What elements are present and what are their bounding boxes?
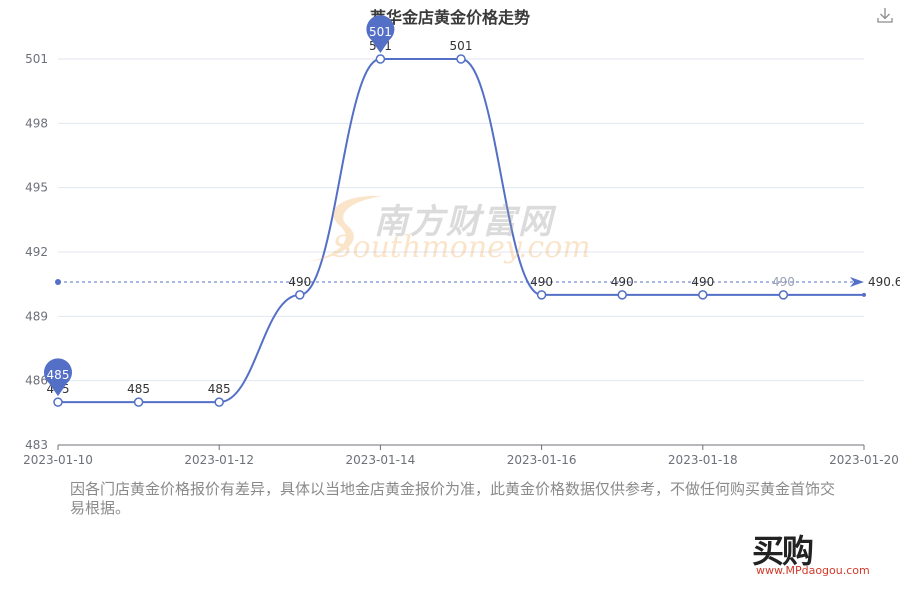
- line-chart: 490.6 4834864894924954985012023-01-10 202…: [23, 15, 900, 467]
- data-point: [133, 397, 144, 407]
- y-tick-label: 489: [25, 309, 48, 323]
- x-tick-label: 2023-01-16: [507, 453, 577, 467]
- data-point: [862, 292, 866, 297]
- data-point: [778, 290, 789, 300]
- data-label: 490: [611, 275, 634, 289]
- max-marker-label: 501: [369, 25, 392, 39]
- grid-lines: [58, 58, 864, 446]
- data-point: [295, 290, 305, 300]
- average-line-start: [55, 279, 61, 286]
- data-points: [53, 54, 866, 407]
- data-point: [536, 290, 547, 300]
- data-label: 490: [530, 275, 553, 289]
- x-tick-label: 2023-01-12: [184, 453, 254, 467]
- y-tick-label: 498: [25, 116, 48, 130]
- axes: 4834864894924954985012023-01-10 2023-01-1…: [23, 52, 899, 467]
- x-tick-label: 2023-01-20: [829, 453, 899, 467]
- data-label: 490: [691, 275, 714, 289]
- min-marker-label: 485: [47, 368, 70, 382]
- data-point: [617, 290, 627, 300]
- data-point: [375, 54, 386, 64]
- data-label: 485: [127, 382, 150, 396]
- x-tick-label: 2023-01-18: [668, 453, 738, 467]
- data-point: [456, 54, 466, 64]
- markers: 501 485: [44, 15, 395, 397]
- y-tick-label: 501: [25, 52, 48, 66]
- series-line-group: [57, 57, 864, 404]
- x-tick-label: 2023-01-14: [346, 453, 416, 467]
- data-point: [214, 397, 224, 407]
- data-point: [698, 290, 708, 300]
- x-tick-label: 2023-01-10: [23, 453, 93, 467]
- y-tick-label: 492: [25, 245, 48, 259]
- data-label: 490: [288, 275, 311, 289]
- data-label: 485: [208, 382, 231, 396]
- data-labels: 485485485490501501490490490490: [47, 39, 795, 396]
- brand-logo: 买购 www.MPdaogou.com: [752, 526, 882, 582]
- disclaimer-text: 因各门店黄金价格报价有差异，具体以当地金店黄金报价为准，此黄金价格数据仅供参考，…: [70, 480, 836, 517]
- y-tick-label: 495: [25, 181, 48, 195]
- data-label: 490: [772, 275, 795, 289]
- logo-url: www.MPdaogou.com: [756, 564, 870, 577]
- average-line-label: 490.6: [868, 275, 900, 289]
- y-tick-label: 483: [25, 438, 48, 452]
- series-line: [57, 57, 864, 404]
- data-point: [53, 397, 63, 407]
- data-label: 501: [450, 39, 473, 53]
